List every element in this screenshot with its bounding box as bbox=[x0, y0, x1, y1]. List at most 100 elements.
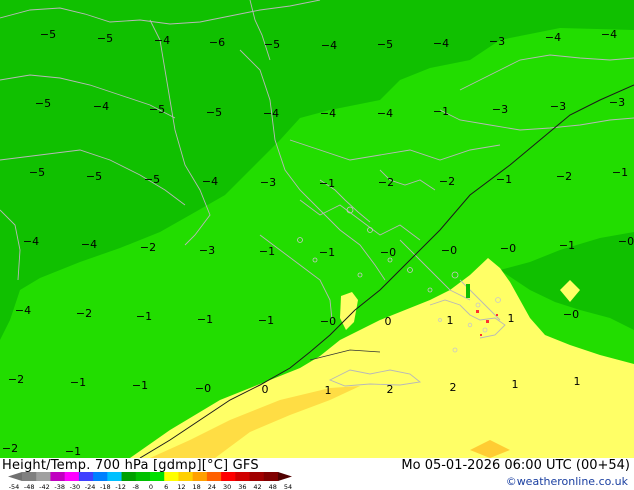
legend-swatch bbox=[192, 472, 208, 481]
contour-label: −2 bbox=[556, 170, 572, 183]
legend-tick: -42 bbox=[39, 483, 50, 490]
contour-label: −1 bbox=[559, 239, 575, 252]
contour-label: −4 bbox=[81, 238, 97, 251]
contour-label: −3 bbox=[199, 244, 215, 257]
contour-label: −1 bbox=[259, 245, 275, 258]
contour-label: 0 bbox=[385, 315, 392, 328]
legend-tick: 48 bbox=[269, 483, 277, 490]
contour-label: 1 bbox=[447, 314, 454, 327]
legend-swatch bbox=[221, 472, 236, 481]
legend-swatch bbox=[64, 472, 80, 481]
legend-arrow-left bbox=[8, 472, 22, 481]
contour-label: −5 bbox=[29, 166, 45, 179]
contour-label: −5 bbox=[206, 106, 222, 119]
legend-tick: 0 bbox=[149, 483, 153, 490]
contour-label: 1 bbox=[325, 384, 332, 397]
contour-label: −1 bbox=[258, 314, 274, 327]
legend-tick: -12 bbox=[115, 483, 126, 490]
legend-swatch bbox=[135, 472, 151, 481]
contour-label: −4 bbox=[545, 31, 561, 44]
contour-label: 2 bbox=[450, 381, 457, 394]
contour-label: −2 bbox=[2, 442, 18, 455]
legend-tick: -54 bbox=[9, 483, 20, 490]
legend-tick: -18 bbox=[100, 483, 111, 490]
legend-swatch bbox=[36, 472, 51, 481]
temperature-map: −5 −5 −4 −6 −5 −4 −5 −4 −3 −4 −4 −5 −4 −5 −5 −4 −4 −4 −1 −3… bbox=[0, 0, 634, 458]
contour-label: −0 bbox=[500, 242, 516, 255]
contour-label: −4 bbox=[154, 34, 170, 47]
contour-label: −6 bbox=[209, 36, 225, 49]
legend-swatch bbox=[50, 472, 66, 481]
contour-label: −1 bbox=[70, 376, 86, 389]
contour-label: 1 bbox=[512, 378, 519, 391]
color-legend: -54 -48 -42 -38 -30 -24 -18 -12 -8 0 6 12 18 24 30 36 42… bbox=[8, 472, 292, 490]
contour-label: −3 bbox=[489, 35, 505, 48]
legend-swatch bbox=[121, 472, 137, 481]
legend-tick: 18 bbox=[193, 483, 201, 490]
legend-tick: -8 bbox=[133, 483, 139, 490]
contour-label: −4 bbox=[202, 175, 218, 188]
contour-label: −5 bbox=[377, 38, 393, 51]
contour-label: −1 bbox=[319, 177, 335, 190]
contour-label: −0 bbox=[195, 382, 211, 395]
contour-label: −0 bbox=[320, 315, 336, 328]
legend-arrow-right bbox=[278, 472, 292, 481]
contour-label: −3 bbox=[609, 96, 625, 109]
legend-swatch bbox=[107, 472, 123, 481]
legend-swatch bbox=[249, 472, 265, 481]
contour-label: −5 bbox=[264, 38, 280, 51]
cold-spot bbox=[466, 284, 470, 298]
contour-label: −1 bbox=[197, 313, 213, 326]
contour-label: −5 bbox=[97, 32, 113, 45]
contour-label: −3 bbox=[260, 176, 276, 189]
legend-tick: 36 bbox=[238, 483, 246, 490]
contour-label: −5 bbox=[86, 170, 102, 183]
contour-label: −5 bbox=[144, 173, 160, 186]
contour-label: −2 bbox=[76, 307, 92, 320]
contour-label: −2 bbox=[8, 373, 24, 386]
legend-tick: -30 bbox=[70, 483, 81, 490]
contour-label: −1 bbox=[612, 166, 628, 179]
contour-label: 0 bbox=[262, 383, 269, 396]
legend-swatch bbox=[93, 472, 108, 481]
contour-label: −3 bbox=[550, 100, 566, 113]
contour-label: −4 bbox=[433, 37, 449, 50]
contour-label: −1 bbox=[433, 105, 449, 118]
contour-label: −5 bbox=[149, 103, 165, 116]
contour-label: −1 bbox=[496, 173, 512, 186]
contour-label: −0 bbox=[618, 235, 634, 248]
legend-tick: 6 bbox=[164, 483, 168, 490]
legend-tick: 54 bbox=[284, 483, 292, 490]
contour-label: −5 bbox=[40, 28, 56, 41]
legend-tick: -38 bbox=[54, 483, 65, 490]
contour-label: −2 bbox=[140, 241, 156, 254]
contour-label: −4 bbox=[321, 39, 337, 52]
contour-label: 1 bbox=[574, 375, 581, 388]
legend-tick: 12 bbox=[177, 483, 185, 490]
contour-label: −3 bbox=[492, 103, 508, 116]
contour-label: −1 bbox=[65, 445, 81, 458]
contour-label: −4 bbox=[263, 107, 279, 120]
contour-label: −4 bbox=[377, 107, 393, 120]
legend-swatch bbox=[178, 472, 194, 481]
legend-tick: -24 bbox=[85, 483, 96, 490]
legend-swatch bbox=[263, 472, 279, 481]
legend-swatch bbox=[164, 472, 179, 481]
legend-swatch bbox=[150, 472, 165, 481]
contour-label: −1 bbox=[319, 246, 335, 259]
legend-swatch bbox=[22, 472, 37, 481]
contour-label: −4 bbox=[601, 28, 617, 41]
contour-label: −0 bbox=[380, 246, 396, 259]
contour-label: −1 bbox=[132, 379, 148, 392]
contour-label: −2 bbox=[378, 176, 394, 189]
contour-label: −0 bbox=[563, 308, 579, 321]
legend-tick: -48 bbox=[24, 483, 35, 490]
forecast-datetime: Mo 05-01-2026 06:00 UTC (00+54) bbox=[401, 458, 630, 473]
contour-label: −4 bbox=[93, 100, 109, 113]
credit-link[interactable]: ©weatheronline.co.uk bbox=[506, 475, 628, 488]
contour-label: 2 bbox=[387, 383, 394, 396]
contour-label: −4 bbox=[23, 235, 39, 248]
contour-label: −0 bbox=[441, 244, 457, 257]
contour-label: −2 bbox=[439, 175, 455, 188]
contour-label: −4 bbox=[320, 107, 336, 120]
